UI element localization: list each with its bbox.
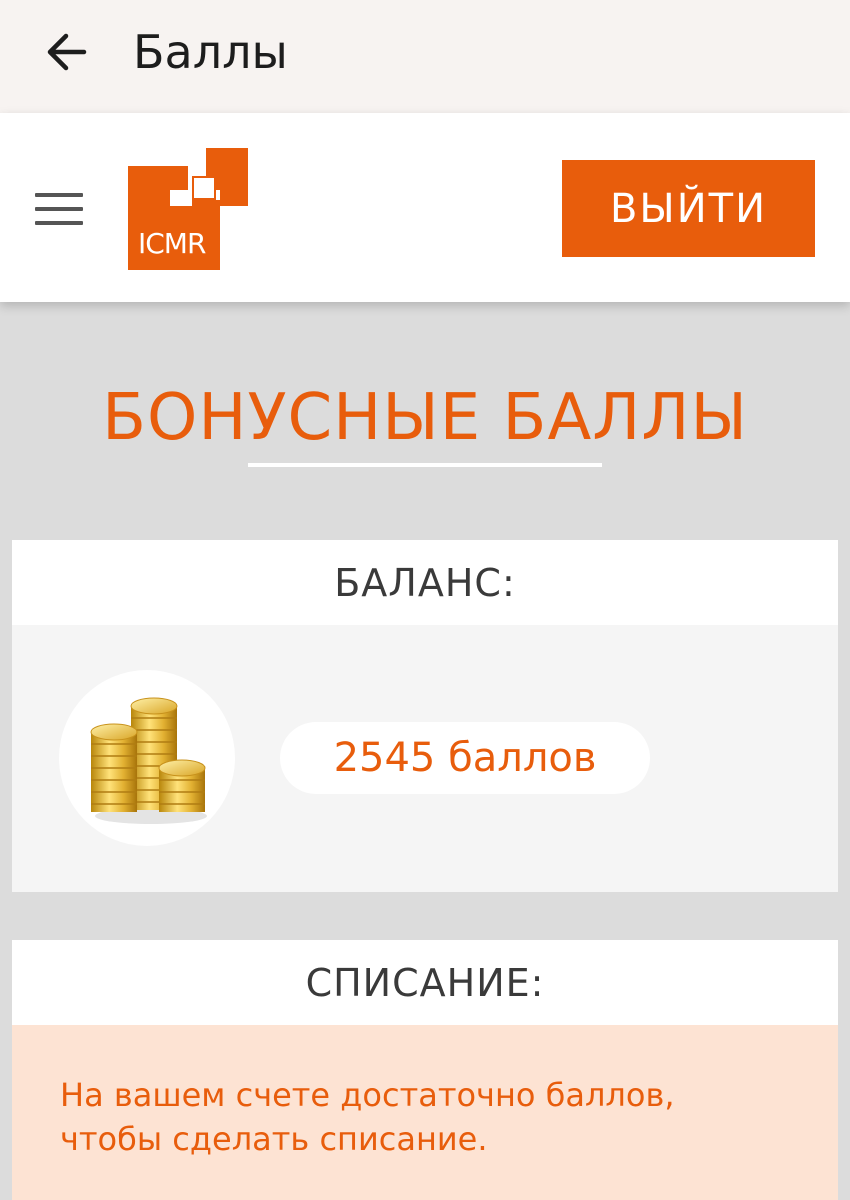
- app-bar: Баллы: [0, 0, 850, 113]
- writeoff-message: На вашем счете достаточно баллов, чтобы …: [60, 1076, 675, 1158]
- app-bar-title: Баллы: [133, 25, 288, 79]
- back-button[interactable]: [40, 28, 92, 76]
- balance-value: 2545 баллов: [280, 722, 650, 794]
- site-header: ICMR ВЫЙТИ: [0, 113, 850, 302]
- title-underline: [248, 463, 602, 467]
- hamburger-menu-icon[interactable]: [35, 191, 83, 227]
- logout-button[interactable]: ВЫЙТИ: [562, 160, 815, 257]
- logo-text: ICMR: [138, 227, 206, 260]
- page-title: БОНУСНЫЕ БАЛЛЫ: [102, 381, 748, 455]
- arrow-left-icon: [47, 33, 87, 71]
- balance-card-body: 2545 баллов: [12, 625, 838, 892]
- logo[interactable]: ICMR: [128, 148, 250, 270]
- balance-heading: БАЛАНС:: [12, 540, 838, 625]
- writeoff-notice: На вашем счете достаточно баллов, чтобы …: [12, 1025, 838, 1200]
- coin-stack-icon: [59, 670, 235, 846]
- writeoff-heading: СПИСАНИЕ:: [12, 940, 838, 1025]
